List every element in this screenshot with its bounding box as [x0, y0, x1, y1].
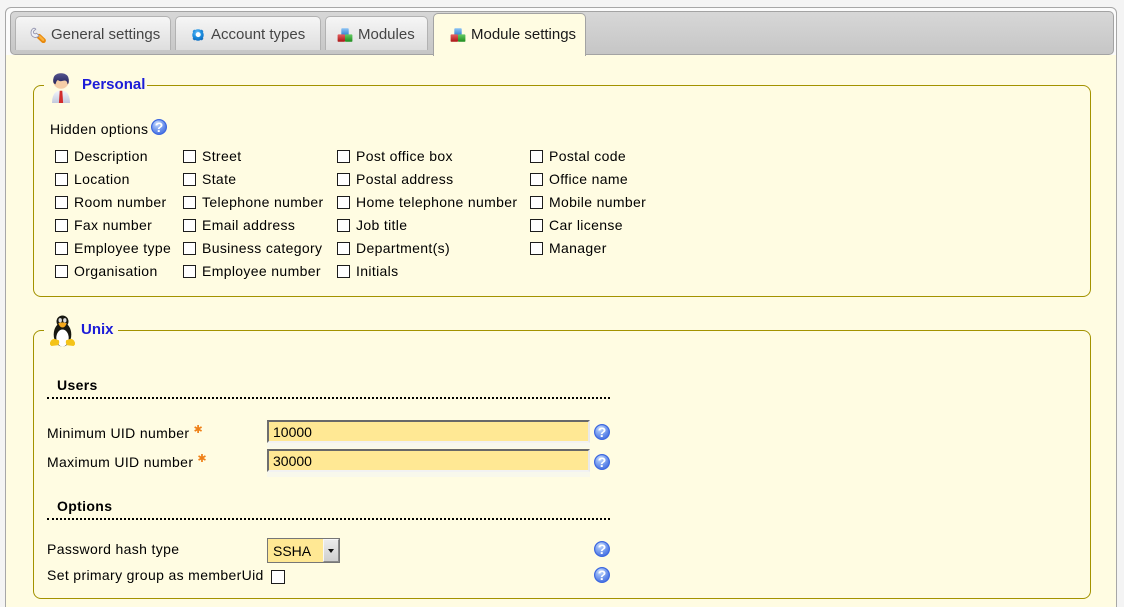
- svg-text:?: ?: [598, 567, 607, 583]
- svg-text:?: ?: [598, 541, 607, 557]
- svg-text:?: ?: [598, 454, 607, 470]
- svg-text:?: ?: [155, 119, 164, 135]
- svg-text:?: ?: [598, 424, 607, 440]
